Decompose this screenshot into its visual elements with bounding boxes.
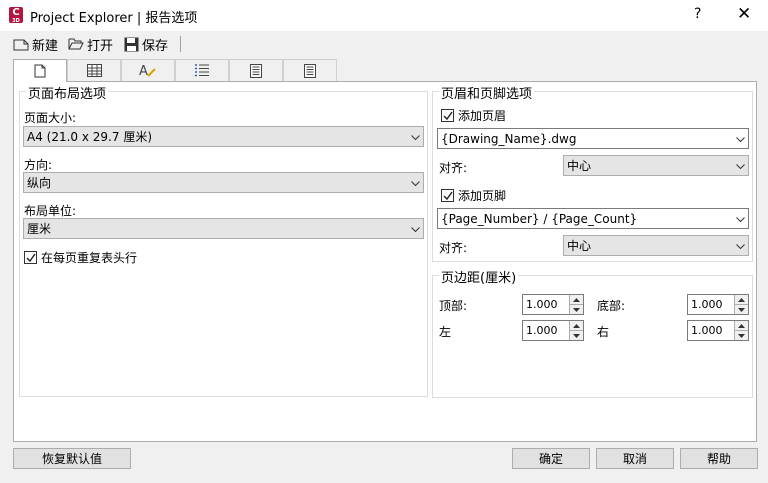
margin-left-label: 左 [439, 325, 452, 339]
page-size-select[interactable]: A4 (21.0 x 29.7 厘米) [23, 126, 424, 147]
footer-text-value: {Page_Number} / {Page_Count} [441, 211, 638, 226]
page-layout-group: 页面布局选项 页面大小: A4 (21.0 x 29.7 厘米) 方向: 纵向 … [19, 83, 428, 397]
add-footer-label: 添加页脚 [458, 189, 507, 203]
new-file-icon [13, 39, 29, 51]
save-button[interactable]: 保存 [124, 35, 169, 54]
page-size-label: 页面大小: [24, 111, 77, 125]
tab-table[interactable] [67, 59, 121, 81]
new-label: 新建 [32, 38, 59, 54]
list-icon [195, 64, 209, 77]
table-icon [86, 64, 102, 77]
orientation-select[interactable]: 纵向 [23, 172, 424, 193]
repeat-header-label: 在每页重复表头行 [41, 251, 138, 265]
units-label: 布局单位: [24, 204, 77, 218]
tab-columns[interactable] [229, 59, 283, 81]
margin-left-value: 1.000 [526, 324, 558, 337]
orientation-label: 方向: [24, 158, 53, 172]
spin-up-icon[interactable] [570, 295, 583, 304]
footer-align-label: 对齐: [439, 241, 468, 255]
text-style-icon: A [139, 64, 156, 78]
chevron-down-icon [732, 212, 748, 226]
open-label: 打开 [87, 38, 114, 54]
page-icon [34, 64, 46, 78]
help-button[interactable]: 帮助 [680, 448, 758, 469]
ok-button[interactable]: 确定 [512, 448, 590, 469]
spin-up-icon[interactable] [570, 321, 583, 330]
header-text-value: {Drawing_Name}.dwg [441, 131, 577, 146]
add-header-label: 添加页眉 [458, 109, 507, 123]
header-footer-title: 页眉和页脚选项 [439, 83, 535, 102]
add-footer-checkbox[interactable]: 添加页脚 [441, 187, 506, 204]
window-title: Project Explorer | 报告选项 [30, 11, 198, 26]
margin-bottom-label: 底部: [597, 299, 626, 313]
spin-down-icon[interactable] [735, 304, 748, 314]
footer-align-select[interactable]: 中心 [563, 235, 749, 256]
header-text-combo[interactable]: {Drawing_Name}.dwg [437, 128, 749, 149]
checkbox-checked-icon [441, 109, 454, 122]
margin-right-label: 右 [597, 325, 610, 339]
tab-list[interactable] [175, 59, 229, 81]
spin-down-icon[interactable] [570, 330, 583, 340]
tab-document[interactable] [283, 59, 337, 81]
restore-defaults-button[interactable]: 恢复默认值 [13, 448, 131, 469]
margin-bottom-spinner[interactable]: 1.000 [687, 294, 749, 315]
units-value: 厘米 [27, 222, 52, 236]
margin-top-label: 顶部: [439, 299, 468, 313]
app-icon: C 3D [9, 7, 23, 24]
toolbar: 新建 打开 保存 [0, 31, 768, 57]
header-align-select[interactable]: 中心 [563, 155, 749, 176]
margins-title: 页边距(厘米) [439, 267, 519, 286]
save-label: 保存 [142, 38, 169, 54]
margin-bottom-value: 1.000 [691, 298, 723, 311]
header-align-value: 中心 [567, 159, 592, 173]
spin-up-icon[interactable] [735, 321, 748, 330]
margin-right-value: 1.000 [691, 324, 723, 337]
spin-down-icon[interactable] [570, 304, 583, 314]
margin-right-spinner[interactable]: 1.000 [687, 320, 749, 341]
margins-group: 页边距(厘米) 顶部: 1.000 底部: 1.000 左 1.000 右 1.… [432, 267, 753, 398]
cancel-button[interactable]: 取消 [596, 448, 674, 469]
columns-icon [250, 63, 262, 78]
chevron-down-icon [407, 222, 423, 236]
checkbox-checked-icon [441, 189, 454, 202]
page-size-value: A4 (21.0 x 29.7 厘米) [27, 130, 153, 144]
document-icon [304, 63, 316, 78]
header-align-label: 对齐: [439, 161, 468, 175]
margin-top-spinner[interactable]: 1.000 [522, 294, 584, 315]
page-layout-title: 页面布局选项 [26, 83, 109, 102]
chevron-down-icon [732, 132, 748, 146]
footer-align-value: 中心 [567, 239, 592, 253]
tab-panel: 页面布局选项 页面大小: A4 (21.0 x 29.7 厘米) 方向: 纵向 … [13, 81, 757, 442]
title-bar: C 3D Project Explorer | 报告选项 ? ✕ [0, 0, 768, 31]
orientation-value: 纵向 [27, 176, 52, 190]
margin-left-spinner[interactable]: 1.000 [522, 320, 584, 341]
close-button[interactable]: ✕ [737, 4, 751, 24]
units-select[interactable]: 厘米 [23, 218, 424, 239]
open-button[interactable]: 打开 [68, 35, 114, 54]
toolbar-separator [180, 36, 181, 52]
chevron-down-icon [407, 176, 423, 190]
footer-text-combo[interactable]: {Page_Number} / {Page_Count} [437, 208, 749, 229]
spin-down-icon[interactable] [735, 330, 748, 340]
header-footer-group: 页眉和页脚选项 添加页眉 {Drawing_Name}.dwg 对齐: 中心 添… [432, 83, 753, 262]
folder-open-icon [68, 38, 84, 50]
add-header-checkbox[interactable]: 添加页眉 [441, 107, 506, 124]
chevron-down-icon [732, 239, 748, 253]
chevron-down-icon [407, 130, 423, 144]
save-icon [124, 37, 139, 51]
new-button[interactable]: 新建 [13, 35, 59, 54]
tab-page[interactable] [13, 59, 67, 82]
spin-up-icon[interactable] [735, 295, 748, 304]
chevron-down-icon [732, 159, 748, 173]
svg-text:A: A [139, 64, 148, 78]
help-title-button[interactable]: ? [694, 6, 701, 22]
checkbox-checked-icon [24, 251, 37, 264]
repeat-header-checkbox[interactable]: 在每页重复表头行 [24, 249, 137, 266]
margin-top-value: 1.000 [526, 298, 558, 311]
tab-text-style[interactable]: A [121, 59, 175, 81]
